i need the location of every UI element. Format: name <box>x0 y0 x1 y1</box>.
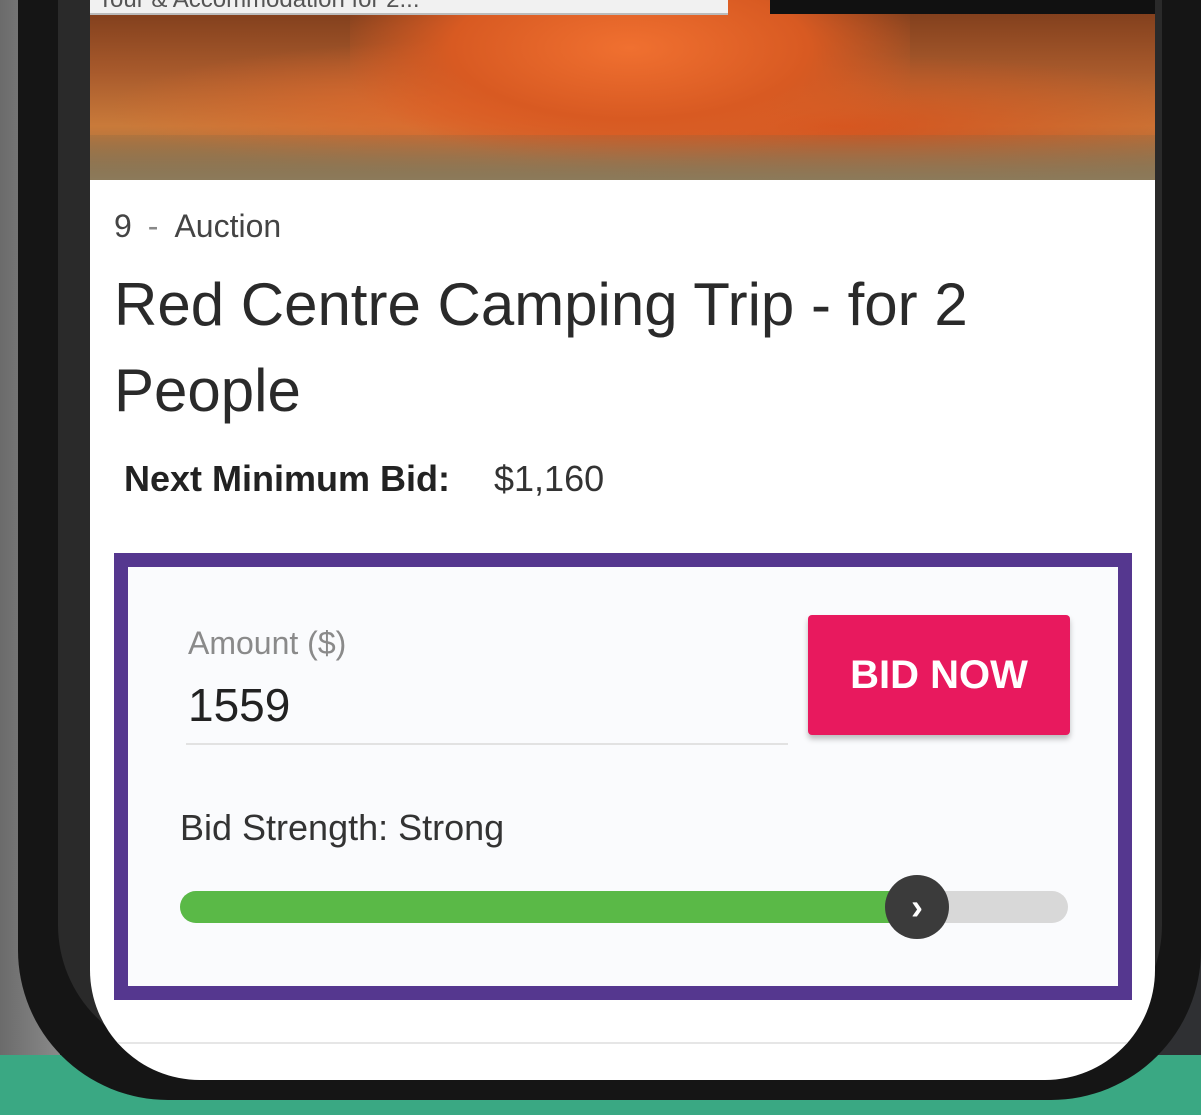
breadcrumb-separator: - <box>147 208 159 244</box>
amount-label: Amount ($) <box>188 625 347 661</box>
min-bid-label: Next Minimum Bid: <box>124 458 451 499</box>
slider-handle[interactable]: › <box>885 875 950 939</box>
bid-panel: Amount ($) BID NOW Bid Strength: Strong … <box>114 553 1132 1000</box>
item-category: Auction <box>174 208 282 244</box>
min-bid-value: $1,160 <box>494 458 605 499</box>
amount-input[interactable] <box>186 667 788 745</box>
bid-strength-text: Bid Strength: Strong <box>180 807 505 848</box>
top-bar <box>770 0 1155 14</box>
chevron-right-icon: › <box>911 886 924 927</box>
item-number: 9 <box>114 208 132 244</box>
item-hero-image <box>90 0 1155 180</box>
previous-item-tab[interactable]: Tour & Accommodation for 2... <box>90 0 728 15</box>
item-breadcrumb: 9- Auction <box>114 208 281 245</box>
item-title: Red Centre Camping Trip - for 2 People <box>114 271 968 424</box>
bid-now-button[interactable]: BID NOW <box>808 615 1070 735</box>
bid-strength-fill <box>180 891 918 923</box>
next-minimum-bid: Next Minimum Bid: $1,160 <box>124 458 604 500</box>
phone-screen: Tour & Accommodation for 2... 9-Auction … <box>90 0 1155 1080</box>
bid-strength-slider[interactable]: › <box>180 875 1068 939</box>
bottom-divider <box>90 1042 1155 1044</box>
hero-ground <box>90 135 1155 180</box>
